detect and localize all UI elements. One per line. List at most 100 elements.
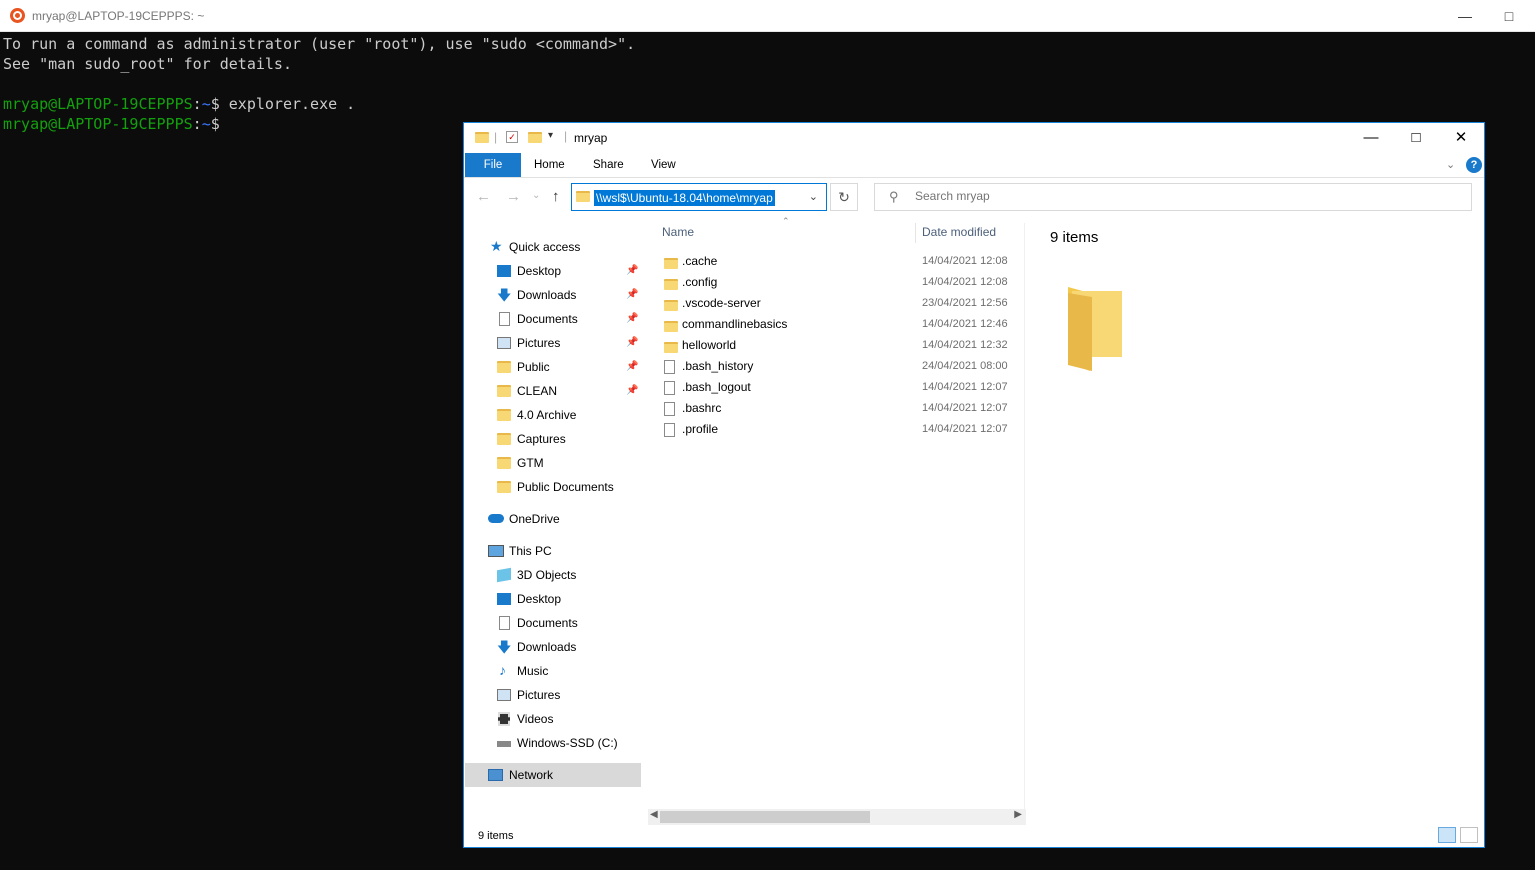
- maximize-button[interactable]: □: [1393, 123, 1439, 153]
- file-name: .bashrc: [682, 401, 722, 415]
- tab-file[interactable]: File: [465, 153, 521, 177]
- documents-icon: [499, 616, 510, 630]
- file-row[interactable]: .profile 14/04/2021 12:07: [648, 419, 1026, 440]
- nav-item-archive[interactable]: 4.0 Archive: [464, 403, 642, 427]
- nav-item-public-documents[interactable]: Public Documents: [464, 475, 642, 499]
- pictures-icon: [497, 689, 511, 701]
- large-icons-view-button[interactable]: [1460, 827, 1478, 843]
- expand-ribbon-icon[interactable]: ⌄: [1446, 158, 1455, 171]
- file-row[interactable]: commandlinebasics 14/04/2021 12:46: [648, 314, 1026, 335]
- file-row[interactable]: .vscode-server 23/04/2021 12:56: [648, 293, 1026, 314]
- nav-label: Music: [517, 664, 549, 678]
- nav-network[interactable]: Network: [465, 763, 641, 787]
- refresh-button[interactable]: ↻: [830, 183, 858, 211]
- network-icon: [488, 769, 503, 781]
- pin-icon[interactable]: 📌: [626, 259, 638, 283]
- nav-item-desktop[interactable]: Desktop 📌: [464, 259, 642, 283]
- nav-quick-access[interactable]: ★ Quick access: [464, 235, 642, 259]
- address-input[interactable]: \\wsl$\Ubuntu-18.04\home\mryap: [594, 190, 775, 206]
- column-divider[interactable]: [915, 223, 916, 243]
- column-header-date[interactable]: Date modified: [922, 225, 996, 239]
- chevron-down-icon[interactable]: ⌄: [809, 190, 818, 203]
- nav-item-captures[interactable]: Captures: [464, 427, 642, 451]
- file-date: 14/04/2021 12:07: [922, 381, 1008, 393]
- terminal-line: See "man sudo_root" for details.: [3, 55, 292, 73]
- nav-label: Desktop: [517, 592, 562, 606]
- nav-onedrive[interactable]: OneDrive: [464, 507, 642, 531]
- scroll-left-icon[interactable]: ◀: [650, 809, 658, 820]
- scrollbar-thumb[interactable]: [660, 811, 870, 823]
- nav-item-videos[interactable]: Videos: [464, 707, 642, 731]
- back-arrow-icon[interactable]: ←: [476, 188, 491, 205]
- file-row[interactable]: .cache 14/04/2021 12:08: [648, 251, 1026, 272]
- up-arrow-icon[interactable]: ↑: [552, 188, 560, 205]
- film-icon: [498, 712, 510, 726]
- nav-item-downloads[interactable]: 🡇 Downloads 📌: [464, 283, 642, 307]
- pin-icon[interactable]: 📌: [626, 307, 638, 331]
- nav-label: Videos: [517, 712, 554, 726]
- recent-locations-icon[interactable]: ⌄: [532, 190, 540, 201]
- nav-item-clean[interactable]: CLEAN 📌: [464, 379, 642, 403]
- tab-share[interactable]: Share: [593, 153, 624, 177]
- customize-toolbar-icon[interactable]: ▾: [548, 130, 553, 141]
- file-icon: [664, 423, 675, 437]
- nav-label: Public Documents: [517, 480, 614, 494]
- nav-label: Pictures: [517, 688, 561, 702]
- tab-home[interactable]: Home: [534, 153, 565, 177]
- file-date: 14/04/2021 12:08: [922, 276, 1008, 288]
- folder-icon: [497, 361, 511, 373]
- pin-icon[interactable]: 📌: [626, 331, 638, 355]
- file-row[interactable]: helloworld 14/04/2021 12:32: [648, 335, 1026, 356]
- search-box[interactable]: ⚲: [874, 183, 1472, 211]
- search-input[interactable]: [913, 188, 1417, 204]
- tab-view[interactable]: View: [651, 153, 676, 177]
- nav-item-gtm[interactable]: GTM: [464, 451, 642, 475]
- nav-label: CLEAN: [517, 384, 558, 398]
- close-button[interactable]: ✕: [1438, 123, 1484, 153]
- refresh-icon: ↻: [838, 189, 850, 205]
- nav-item-documents[interactable]: Documents 📌: [464, 307, 642, 331]
- nav-item-windows-ssd[interactable]: Windows-SSD (C:): [464, 731, 642, 755]
- nav-label: Network: [509, 768, 554, 782]
- nav-item-pc-desktop[interactable]: Desktop: [464, 587, 642, 611]
- help-icon[interactable]: ?: [1466, 157, 1482, 173]
- nav-label: 3D Objects: [517, 568, 577, 582]
- column-header-name[interactable]: Name: [662, 225, 694, 239]
- address-bar[interactable]: \\wsl$\Ubuntu-18.04\home\mryap ⌄: [571, 183, 827, 211]
- file-row[interactable]: .bash_logout 14/04/2021 12:07: [648, 377, 1026, 398]
- properties-icon[interactable]: ✓: [506, 131, 518, 143]
- nav-item-pc-pictures[interactable]: Pictures: [464, 683, 642, 707]
- separator: |: [564, 129, 568, 143]
- terminal-command: explorer.exe .: [228, 95, 356, 113]
- nav-this-pc[interactable]: This PC: [464, 539, 642, 563]
- forward-arrow-icon[interactable]: →: [506, 188, 521, 205]
- nav-item-pictures[interactable]: Pictures 📌: [464, 331, 642, 355]
- pin-icon[interactable]: 📌: [626, 355, 638, 379]
- nav-item-pc-documents[interactable]: Documents: [464, 611, 642, 635]
- new-folder-icon[interactable]: [528, 132, 542, 143]
- pin-icon[interactable]: 📌: [626, 283, 638, 307]
- nav-item-music[interactable]: ♪ Music: [464, 659, 642, 683]
- computer-icon: [488, 545, 504, 557]
- file-row[interactable]: .config 14/04/2021 12:08: [648, 272, 1026, 293]
- desktop-icon: [497, 593, 511, 605]
- minimize-button[interactable]: —: [1348, 123, 1394, 153]
- folder-icon: [497, 409, 511, 421]
- file-row[interactable]: .bashrc 14/04/2021 12:07: [648, 398, 1026, 419]
- nav-label: Documents: [517, 312, 578, 326]
- file-row[interactable]: .bash_history 24/04/2021 08:00: [648, 356, 1026, 377]
- address-row: ← → ⌄ ↑ \\wsl$\Ubuntu-18.04\home\mryap ⌄…: [464, 178, 1484, 216]
- pin-icon[interactable]: 📌: [626, 379, 638, 403]
- nav-item-3d-objects[interactable]: 3D Objects: [464, 563, 642, 587]
- minimize-button[interactable]: —: [1442, 0, 1488, 32]
- cloud-icon: [488, 514, 504, 523]
- nav-item-public[interactable]: Public 📌: [464, 355, 642, 379]
- details-view-button[interactable]: [1438, 827, 1456, 843]
- preview-pane: 9 items: [1026, 219, 1471, 825]
- nav-item-pc-downloads[interactable]: 🡇 Downloads: [464, 635, 642, 659]
- nav-label: Public: [517, 360, 550, 374]
- terminal-title: mryap@LAPTOP-19CEPPPS: ~: [32, 9, 205, 23]
- file-icon: [664, 360, 675, 374]
- maximize-button[interactable]: □: [1486, 0, 1532, 32]
- scroll-right-icon[interactable]: ▶: [1014, 809, 1022, 820]
